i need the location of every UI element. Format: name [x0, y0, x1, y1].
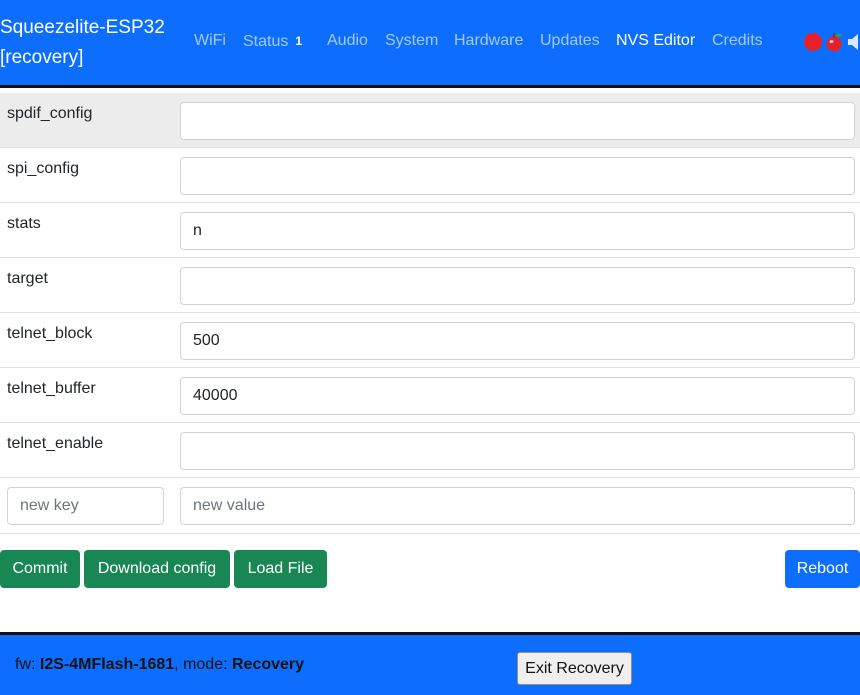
red-dot-icon[interactable] [804, 33, 822, 51]
fw-label: fw: [15, 656, 40, 673]
nvs-key: telnet_enable [7, 435, 104, 452]
nvs-value-input[interactable] [180, 377, 855, 415]
nvs-row: spdif_config [0, 93, 860, 148]
nvs-key: target [7, 270, 48, 287]
nvs-value-input[interactable] [180, 157, 855, 195]
status-icons [804, 32, 860, 52]
nav-tab-status-label: Status [243, 33, 289, 50]
nvs-row: stats [0, 203, 860, 258]
reboot-button[interactable]: Reboot [785, 550, 860, 588]
fw-version: I2S-4MFlash-1681 [39, 656, 175, 673]
top-navbar: Squeezelite-ESP32 [recovery] WiFi Status… [0, 0, 860, 88]
speaker-icon[interactable] [847, 33, 860, 51]
nvs-key: stats [7, 215, 41, 232]
new-key-input[interactable] [7, 487, 164, 525]
mode-label: , mode: [174, 656, 232, 673]
apple-icon[interactable] [823, 32, 845, 52]
nvs-value-input[interactable] [180, 102, 855, 140]
nvs-row: telnet_buffer [0, 368, 860, 423]
nav-tab-hardware[interactable]: Hardware [454, 31, 523, 51]
app-brand[interactable]: Squeezelite-ESP32 [recovery] [0, 13, 180, 73]
nvs-table: spdif_config spi_config stats target tel… [0, 93, 860, 534]
nav-tab-audio[interactable]: Audio [327, 31, 368, 51]
nvs-row: telnet_block [0, 313, 860, 368]
nvs-value-input[interactable] [180, 212, 855, 250]
nvs-row: target [0, 258, 860, 313]
brand-mode: [recovery] [0, 47, 84, 68]
nvs-new-entry-row [0, 478, 860, 534]
nvs-key: spi_config [7, 160, 80, 177]
nvs-value-input[interactable] [180, 322, 855, 360]
exit-recovery-button[interactable]: Exit Recovery [517, 652, 632, 685]
nav-tab-updates[interactable]: Updates [540, 31, 600, 51]
nvs-row: telnet_enable [0, 423, 860, 478]
nvs-value-input[interactable] [180, 267, 855, 305]
footer: fw: I2S-4MFlash-1681, mode: Recovery Exi… [0, 632, 860, 695]
firmware-info: fw: I2S-4MFlash-1681, mode: Recovery [15, 656, 304, 674]
load-file-button[interactable]: Load File [234, 550, 327, 588]
brand-title: Squeezelite-ESP32 [0, 17, 165, 38]
mode-value: Recovery [231, 656, 305, 673]
download-config-button[interactable]: Download config [84, 550, 230, 588]
nav-tab-status[interactable]: Status 1 [243, 31, 302, 52]
nvs-value-input[interactable] [180, 432, 855, 470]
nvs-key: spdif_config [7, 105, 93, 122]
nvs-key: telnet_buffer [7, 380, 96, 397]
nav-tab-credits[interactable]: Credits [712, 31, 763, 51]
nvs-row: spi_config [0, 148, 860, 203]
nvs-key: telnet_block [7, 325, 93, 342]
status-badge: 1 [295, 34, 303, 48]
nav-tab-nvs-editor[interactable]: NVS Editor [616, 31, 695, 51]
nav-tab-wifi[interactable]: WiFi [194, 31, 226, 51]
nav-tab-system[interactable]: System [385, 31, 438, 51]
new-value-input[interactable] [180, 487, 855, 525]
commit-button[interactable]: Commit [0, 550, 80, 588]
